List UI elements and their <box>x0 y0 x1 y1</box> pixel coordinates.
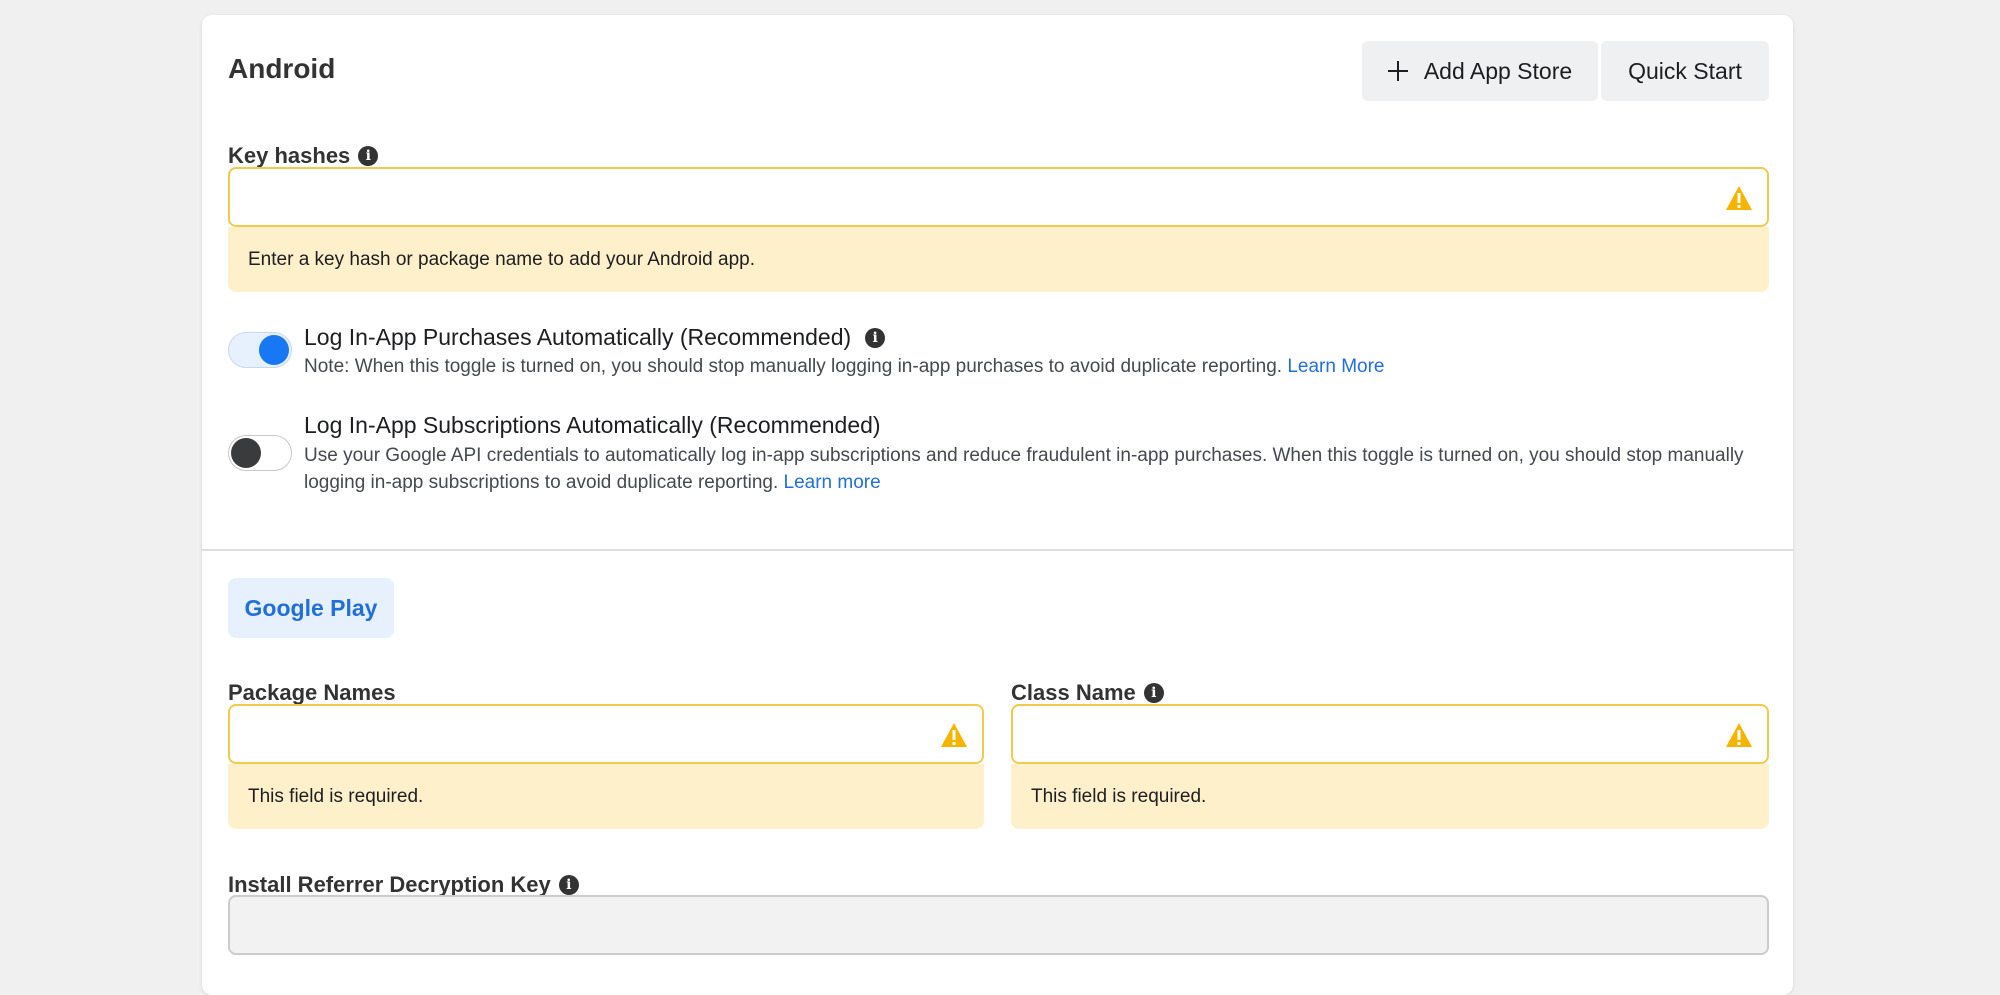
quick-start-button[interactable]: Quick Start <box>1601 41 1769 101</box>
log-purchases-note: Note: When this toggle is turned on, you… <box>304 353 1769 380</box>
log-purchases-title: Log In-App Purchases Automatically (Reco… <box>304 324 886 351</box>
package-names-warning-text: This field is required. <box>248 785 424 807</box>
class-name-warning: This field is required. <box>1011 764 1769 829</box>
learn-more-link[interactable]: Learn More <box>1287 356 1384 377</box>
toggle-knob <box>231 438 261 468</box>
package-names-input[interactable] <box>228 704 984 764</box>
package-names-label: Package Names <box>228 680 396 706</box>
log-purchases-title-text: Log In-App Purchases Automatically (Reco… <box>304 324 852 350</box>
page-title: Android <box>228 53 336 84</box>
plus-icon <box>1387 61 1408 81</box>
install-referrer-input[interactable] <box>228 895 1769 955</box>
info-icon[interactable]: i <box>358 146 379 166</box>
key-hashes-label: Key hashes i <box>228 143 379 169</box>
info-icon[interactable]: i <box>558 875 579 895</box>
key-hashes-warning-text: Enter a key hash or package name to add … <box>248 248 755 270</box>
log-subscriptions-title: Log In-App Subscriptions Automatically (… <box>304 412 881 439</box>
android-settings-card: Android Add App Store Quick Start Key ha… <box>202 15 1793 995</box>
add-app-store-button[interactable]: Add App Store <box>1362 41 1598 101</box>
tab-google-play[interactable]: Google Play <box>228 578 394 638</box>
package-names-warning: This field is required. <box>228 764 984 829</box>
learn-more-link[interactable]: Learn more <box>784 472 881 493</box>
section-divider <box>202 549 1793 551</box>
warning-icon <box>1726 186 1752 210</box>
class-name-input[interactable] <box>1011 704 1769 764</box>
log-purchases-note-text: Note: When this toggle is turned on, you… <box>304 356 1283 377</box>
info-icon[interactable]: i <box>865 327 886 348</box>
class-name-label: Class Name i <box>1011 680 1164 706</box>
add-app-store-label: Add App Store <box>1423 57 1573 84</box>
package-names-label-text: Package Names <box>228 680 396 705</box>
info-icon[interactable]: i <box>1143 683 1164 703</box>
key-hashes-label-text: Key hashes <box>228 143 351 168</box>
log-subscriptions-note: Use your Google API credentials to autom… <box>304 442 1744 496</box>
class-name-label-text: Class Name <box>1011 680 1136 705</box>
log-subscriptions-toggle[interactable] <box>228 435 292 471</box>
log-subscriptions-note-text: Use your Google API credentials to autom… <box>304 445 1744 493</box>
toggle-knob <box>259 335 289 365</box>
class-name-warning-text: This field is required. <box>1031 785 1207 807</box>
warning-icon <box>941 723 967 747</box>
warning-icon <box>1726 723 1752 747</box>
log-purchases-toggle[interactable] <box>228 332 292 368</box>
key-hashes-input[interactable] <box>228 167 1769 227</box>
key-hashes-warning: Enter a key hash or package name to add … <box>228 227 1769 292</box>
log-subscriptions-title-text: Log In-App Subscriptions Automatically (… <box>304 412 881 438</box>
